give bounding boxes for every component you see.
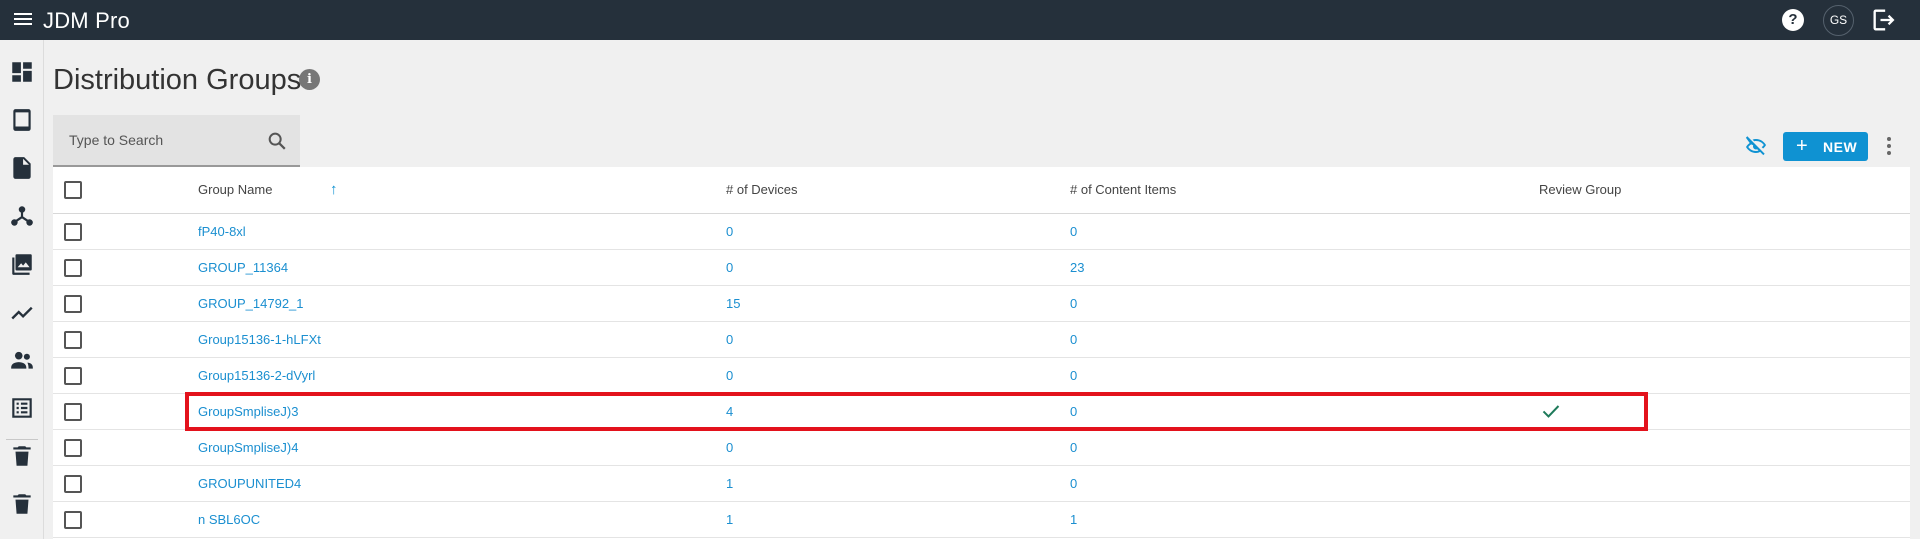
row-checkbox[interactable] [64, 403, 82, 421]
content-count-link[interactable]: 0 [1070, 224, 1077, 239]
content-count-link[interactable]: 1 [1070, 512, 1077, 527]
table-row[interactable]: GROUP_11364 0 23 [53, 250, 1910, 286]
table-row[interactable]: GroupSmpliseJ)4 0 0 [53, 430, 1910, 466]
info-icon[interactable]: i [299, 69, 320, 90]
device-count-link[interactable]: 0 [726, 224, 733, 239]
column-header-group-name[interactable]: Group Name [198, 182, 272, 197]
row-checkbox[interactable] [64, 295, 82, 313]
app-title: JDM Pro [43, 8, 130, 33]
content-count-link[interactable]: 0 [1070, 332, 1077, 347]
group-name-link[interactable]: GROUPUNITED4 [198, 476, 301, 491]
table-row[interactable]: n SBL6OC 1 1 [53, 502, 1910, 538]
help-icon[interactable]: ? [1779, 6, 1807, 34]
tablet-icon[interactable] [9, 107, 35, 133]
people-icon[interactable] [9, 347, 35, 373]
select-all-checkbox[interactable] [64, 181, 82, 199]
row-checkbox[interactable] [64, 259, 82, 277]
page-title: Distribution Groups [53, 64, 302, 96]
search-icon[interactable] [266, 130, 288, 152]
content-count-link[interactable]: 23 [1070, 260, 1084, 275]
photos-icon[interactable] [9, 251, 35, 277]
group-name-link[interactable]: Group15136-1-hLFXt [198, 332, 321, 347]
search-input[interactable] [53, 115, 253, 165]
hierarchy-icon[interactable] [9, 203, 35, 229]
trash-icon[interactable] [9, 491, 35, 517]
trash-icon[interactable] [9, 443, 35, 469]
search-box [53, 115, 300, 167]
device-count-link[interactable]: 0 [726, 440, 733, 455]
review-check-icon [1540, 401, 1562, 421]
table-row[interactable]: fP40-8xl 0 0 [53, 214, 1910, 250]
new-button[interactable]: + NEW [1783, 132, 1868, 161]
content-count-link[interactable]: 0 [1070, 440, 1077, 455]
group-name-link[interactable]: GROUP_14792_1 [198, 296, 304, 311]
device-count-link[interactable]: 15 [726, 296, 740, 311]
user-avatar[interactable]: GS [1823, 5, 1854, 36]
content-count-link[interactable]: 0 [1070, 404, 1077, 419]
group-name-link[interactable]: Group15136-2-dVyrl [198, 368, 315, 383]
row-checkbox[interactable] [64, 475, 82, 493]
column-header-devices[interactable]: # of Devices [726, 182, 798, 197]
plus-icon: + [1796, 135, 1808, 157]
group-name-link[interactable]: fP40-8xl [198, 224, 246, 239]
dashboard-icon[interactable] [9, 59, 35, 85]
groups-table: Group Name ↑ # of Devices # of Content I… [53, 167, 1910, 539]
row-checkbox[interactable] [64, 331, 82, 349]
sort-ascending-icon[interactable]: ↑ [330, 181, 338, 198]
row-checkbox[interactable] [64, 511, 82, 529]
analytics-icon[interactable] [9, 299, 35, 325]
device-count-link[interactable]: 1 [726, 476, 733, 491]
device-count-link[interactable]: 0 [726, 332, 733, 347]
device-count-link[interactable]: 1 [726, 512, 733, 527]
table-header: Group Name ↑ # of Devices # of Content I… [53, 167, 1910, 214]
document-icon[interactable] [9, 155, 35, 181]
table-row[interactable]: Group15136-2-dVyrl 0 0 [53, 358, 1910, 394]
visibility-off-icon[interactable] [1743, 133, 1769, 157]
list-icon[interactable] [9, 395, 35, 421]
column-header-review-group[interactable]: Review Group [1539, 182, 1621, 197]
content-count-link[interactable]: 0 [1070, 476, 1077, 491]
sidebar [0, 40, 44, 539]
menu-icon[interactable] [12, 10, 34, 30]
table-row[interactable]: GROUP_14792_1 15 0 [53, 286, 1910, 322]
device-count-link[interactable]: 0 [726, 368, 733, 383]
group-name-link[interactable]: n SBL6OC [198, 512, 260, 527]
table-row[interactable]: GROUPUNITED4 1 0 [53, 466, 1910, 502]
top-bar: JDM Pro ? GS [0, 0, 1920, 40]
sidebar-divider [6, 439, 38, 440]
device-count-link[interactable]: 4 [726, 404, 733, 419]
group-name-link[interactable]: GroupSmpliseJ)3 [198, 404, 298, 419]
content-count-link[interactable]: 0 [1070, 368, 1077, 383]
device-count-link[interactable]: 0 [726, 260, 733, 275]
column-header-content-items[interactable]: # of Content Items [1070, 182, 1176, 197]
new-button-label: NEW [1823, 139, 1858, 155]
row-checkbox[interactable] [64, 223, 82, 241]
more-options-icon[interactable] [1882, 134, 1896, 158]
group-name-link[interactable]: GroupSmpliseJ)4 [198, 440, 298, 455]
row-checkbox[interactable] [64, 439, 82, 457]
row-checkbox[interactable] [64, 367, 82, 385]
table-row[interactable]: GroupSmpliseJ)3 4 0 [53, 394, 1910, 430]
group-name-link[interactable]: GROUP_11364 [198, 260, 288, 275]
content-count-link[interactable]: 0 [1070, 296, 1077, 311]
table-row[interactable]: Group15136-1-hLFXt 0 0 [53, 322, 1910, 358]
logout-icon[interactable] [1870, 6, 1898, 34]
